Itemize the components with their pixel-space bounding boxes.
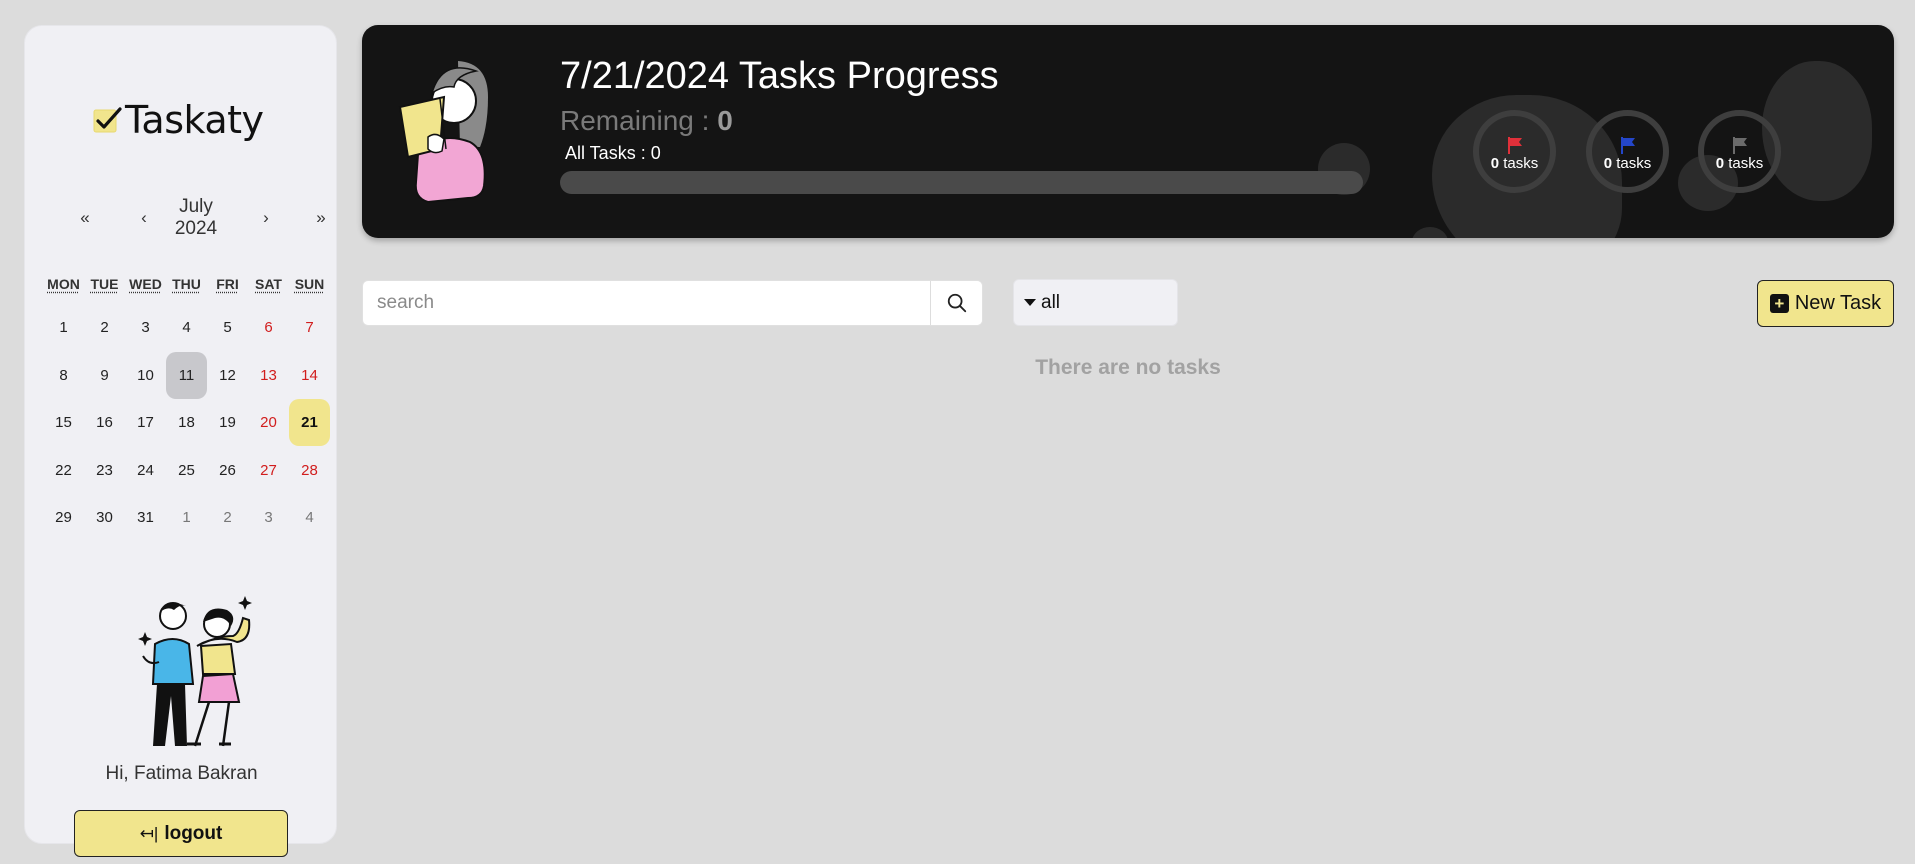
all-tasks-count: All Tasks : 0 bbox=[565, 143, 661, 163]
calendar-day[interactable]: 20 bbox=[248, 399, 289, 446]
next-month-button[interactable]: › bbox=[254, 208, 278, 228]
calendar-day[interactable]: 9 bbox=[84, 352, 125, 399]
red-flag-icon bbox=[1507, 137, 1522, 154]
calendar-day[interactable]: 23 bbox=[84, 447, 125, 494]
calendar-day[interactable]: 1 bbox=[43, 304, 84, 351]
priority-count-unit: tasks bbox=[1612, 155, 1652, 172]
logout-label: logout bbox=[164, 822, 223, 844]
calendar-day[interactable]: 18 bbox=[166, 399, 207, 446]
calendar-day[interactable]: 2 bbox=[207, 494, 248, 541]
calendar-day[interactable]: 17 bbox=[125, 399, 166, 446]
calendar-day[interactable]: 13 bbox=[248, 352, 289, 399]
user-greeting: Hi, Fatima Bakran bbox=[105, 763, 258, 784]
weekday-label: SUN bbox=[294, 276, 325, 292]
search-button[interactable] bbox=[930, 281, 982, 325]
calendar-day[interactable]: 4 bbox=[289, 494, 330, 541]
calendar-day-selected[interactable]: 11 bbox=[166, 351, 207, 399]
calendar-day[interactable]: 19 bbox=[207, 399, 248, 446]
calendar-day[interactable]: 30 bbox=[84, 494, 125, 541]
calendar-day[interactable]: 15 bbox=[43, 399, 84, 446]
priority-count-text: 0 tasks bbox=[1716, 155, 1764, 172]
calendar-day[interactable]: 16 bbox=[84, 399, 125, 446]
calendar-day[interactable]: 1 bbox=[166, 494, 207, 541]
gray-flag-icon bbox=[1732, 137, 1747, 154]
calendar-year: 2024 bbox=[174, 218, 218, 239]
app-logo-text: Taskaty bbox=[125, 98, 264, 142]
calendar-day[interactable]: 5 bbox=[207, 304, 248, 351]
priority-count-text: 0 tasks bbox=[1604, 155, 1652, 172]
priority-count: 0 bbox=[1603, 155, 1613, 172]
calendar-navigation: « ‹ July 2024 › » bbox=[51, 196, 325, 244]
calendar-day[interactable]: 25 bbox=[166, 447, 207, 494]
empty-state-message: There are no tasks bbox=[1035, 356, 1221, 379]
next-year-button[interactable]: » bbox=[309, 208, 333, 228]
weekday-label: THU bbox=[172, 276, 201, 292]
reading-woman-illustration bbox=[398, 61, 488, 204]
progress-banner: 7/21/2024 Tasks Progress Remaining : 0 A… bbox=[362, 25, 1894, 238]
calendar-weekdays: MON TUE WED THU FRI SAT SUN bbox=[43, 276, 353, 292]
priority-count: 0 bbox=[1490, 155, 1500, 172]
friends-illustration bbox=[138, 596, 252, 747]
calendar-day[interactable]: 4 bbox=[166, 304, 207, 351]
calendar-month-label[interactable]: July 2024 bbox=[141, 196, 251, 240]
calendar-month: July bbox=[179, 196, 213, 217]
weekday-label: SAT bbox=[255, 276, 282, 292]
calendar-day[interactable]: 31 bbox=[125, 494, 166, 541]
calendar-day[interactable]: 7 bbox=[289, 304, 330, 351]
calendar-day[interactable]: 3 bbox=[248, 494, 289, 541]
new-task-button[interactable]: + New Task bbox=[1757, 280, 1894, 327]
priority-count-text: 0 tasks bbox=[1491, 155, 1539, 172]
calendar-day[interactable]: 8 bbox=[43, 352, 84, 399]
calendar-day[interactable]: 10 bbox=[125, 352, 166, 399]
page-title: 7/21/2024 Tasks Progress bbox=[560, 55, 999, 97]
remaining-label: Remaining : bbox=[560, 105, 718, 136]
priority-count-circle: 0 tasks bbox=[1586, 110, 1669, 193]
calendar-day[interactable]: 2 bbox=[84, 304, 125, 351]
calendar-day[interactable]: 14 bbox=[289, 352, 330, 399]
remaining-tasks: Remaining : 0 bbox=[560, 105, 733, 137]
priority-filter-select[interactable]: all bbox=[1013, 279, 1178, 326]
calendar-day[interactable]: 12 bbox=[207, 352, 248, 399]
calendar-day[interactable]: 22 bbox=[43, 447, 84, 494]
weekday-label: TUE bbox=[90, 276, 119, 292]
weekday-label: WED bbox=[129, 276, 162, 292]
caret-down-icon bbox=[1024, 299, 1036, 306]
weekday-label: MON bbox=[47, 276, 80, 292]
calendar-day[interactable]: 28 bbox=[289, 447, 330, 494]
weekday-label: FRI bbox=[216, 276, 239, 292]
search-bar bbox=[362, 280, 983, 326]
decorative-blob bbox=[1762, 61, 1872, 201]
priority-count-circle: 0 tasks bbox=[1698, 110, 1781, 193]
checkbox-logo-icon bbox=[93, 106, 123, 134]
priority-count-circle: 0 tasks bbox=[1473, 110, 1556, 193]
priority-count: 0 bbox=[1715, 155, 1725, 172]
calendar-day-today[interactable]: 21 bbox=[289, 399, 330, 446]
calendar-day[interactable]: 3 bbox=[125, 304, 166, 351]
search-input[interactable] bbox=[363, 281, 930, 325]
priority-count-unit: tasks bbox=[1499, 155, 1539, 172]
logout-button[interactable]: ↤| logout bbox=[74, 810, 288, 857]
calendar-day[interactable]: 29 bbox=[43, 494, 84, 541]
calendar-day[interactable]: 6 bbox=[248, 304, 289, 351]
search-icon bbox=[947, 293, 966, 313]
decorative-blob bbox=[1412, 227, 1448, 238]
filter-value: all bbox=[1041, 291, 1061, 313]
calendar-days: 1 2 3 4 5 6 7 8 9 10 11 12 13 14 15 16 17 18 19 20 21 22 23 24 2… bbox=[43, 304, 330, 542]
logout-arrow-icon: ↤| bbox=[139, 823, 159, 843]
blue-flag-icon bbox=[1620, 137, 1635, 154]
remaining-count: 0 bbox=[717, 105, 733, 136]
calendar-day[interactable]: 26 bbox=[207, 447, 248, 494]
calendar-day[interactable]: 24 bbox=[125, 447, 166, 494]
app-logo[interactable]: Taskaty bbox=[93, 98, 264, 142]
new-task-label: New Task bbox=[1794, 292, 1882, 314]
plus-square-icon: + bbox=[1769, 294, 1789, 313]
progress-bar bbox=[560, 171, 1363, 194]
calendar-day[interactable]: 27 bbox=[248, 447, 289, 494]
sidebar: Taskaty « ‹ July 2024 › » MON TUE WED THU FR… bbox=[24, 25, 337, 857]
prev-year-button[interactable]: « bbox=[73, 208, 97, 228]
priority-count-unit: tasks bbox=[1724, 155, 1764, 172]
